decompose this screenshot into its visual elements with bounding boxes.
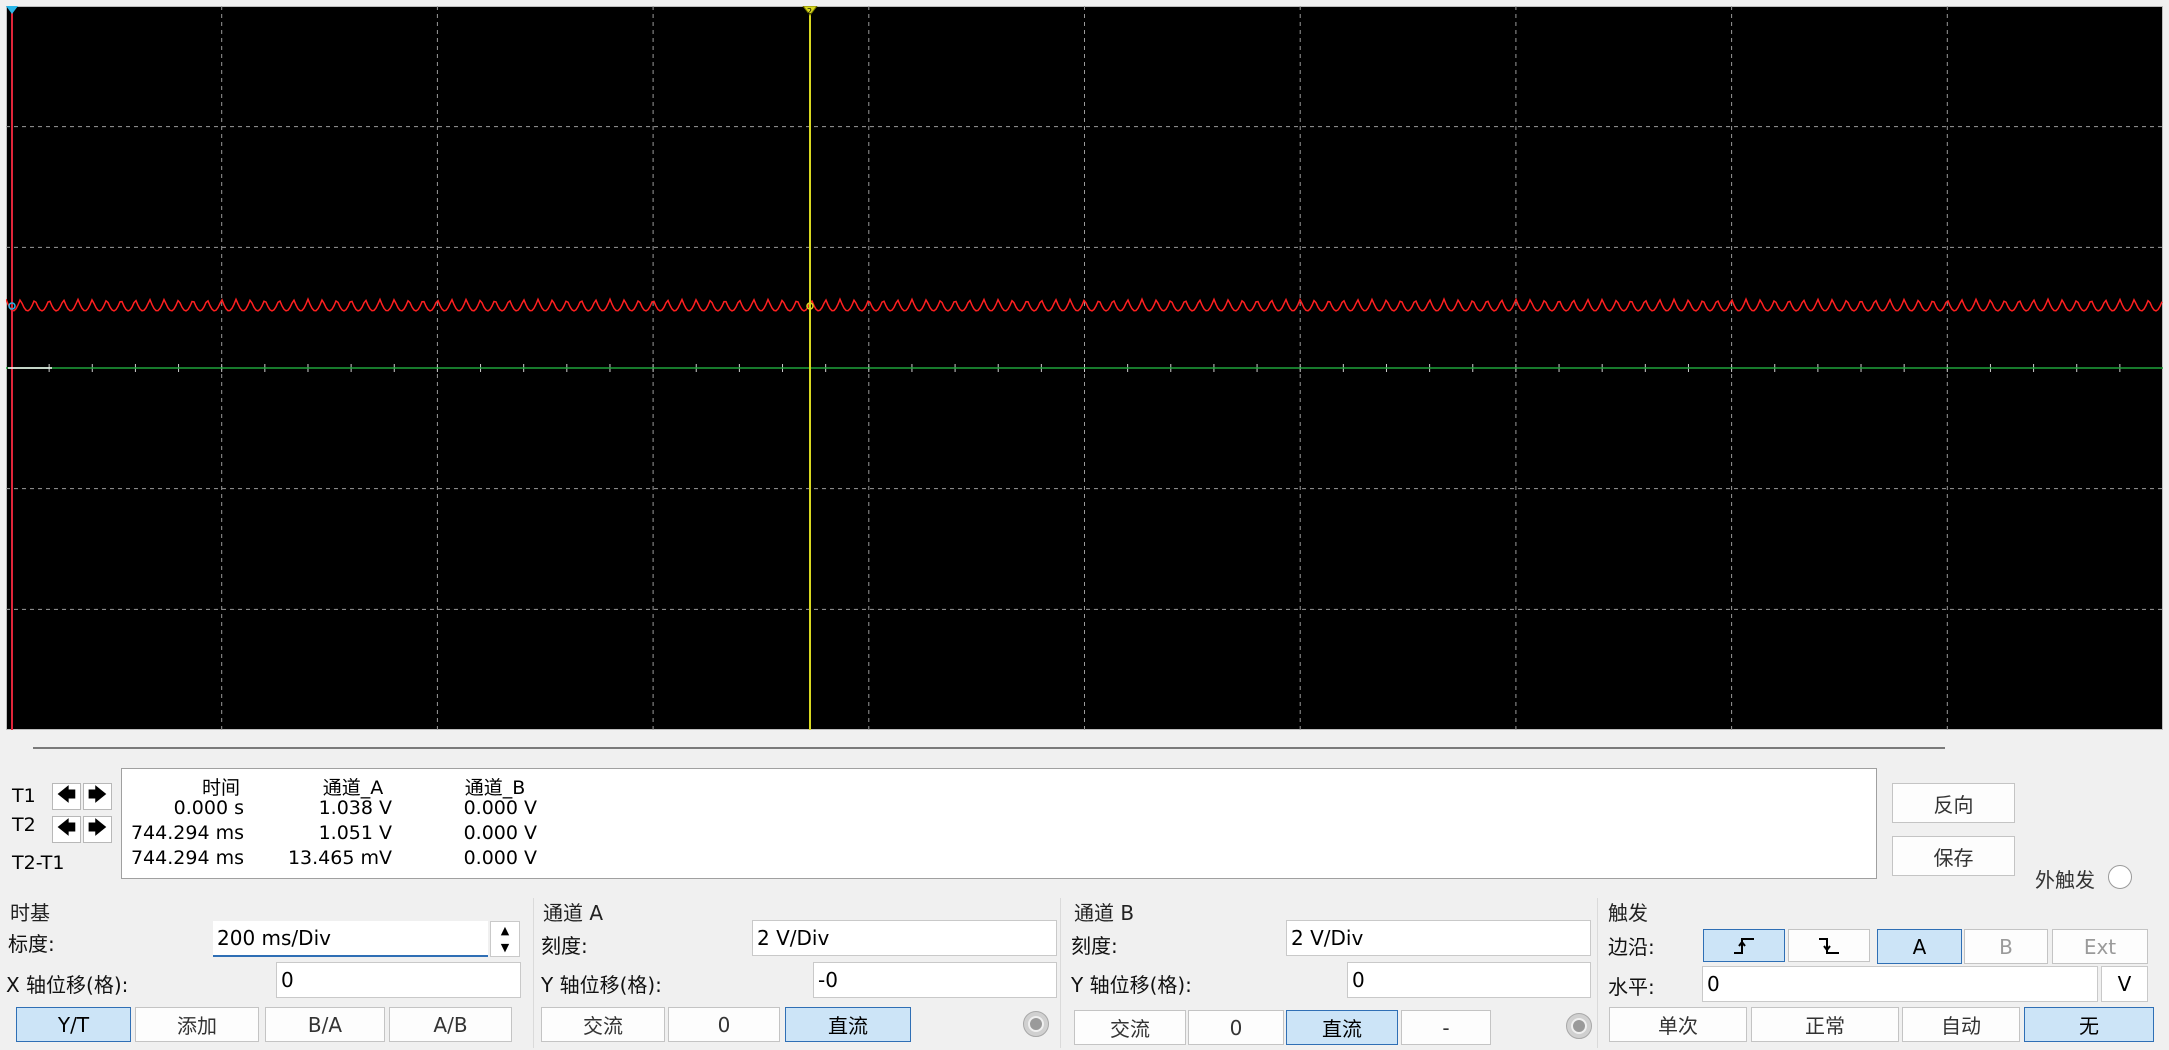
arrow-left-icon: 🡄: [56, 816, 77, 839]
trigger-title: 触发: [1608, 901, 1648, 925]
color-dot-icon: [1028, 1016, 1044, 1032]
column-header-channel-b: 通道_B: [464, 777, 526, 799]
row-t1-channel-a: 1.038 V: [318, 797, 392, 819]
spinner-up-icon[interactable]: ▲: [491, 922, 519, 939]
timebase-scale-input[interactable]: 200 ms/Div: [213, 921, 488, 957]
cursor-readout-table: 时间 通道_A 通道_B 0.000 s 1.038 V 0.000 V 744…: [121, 768, 1877, 879]
trigger-level-label: 水平:: [1608, 975, 1655, 999]
mode-yt-button[interactable]: Y/T: [16, 1007, 131, 1042]
channel-a-dc-button[interactable]: 直流: [785, 1007, 911, 1042]
spinner-down-icon[interactable]: ▼: [491, 939, 519, 956]
channel-b-y-offset-input[interactable]: 0: [1347, 962, 1591, 998]
arrow-right-icon: 🡆: [87, 816, 108, 839]
channel-a-scale-input[interactable]: 2 V/Div: [752, 920, 1057, 956]
trigger-level-input[interactable]: 0: [1702, 966, 2098, 1002]
channel-b-zero-button[interactable]: 0: [1188, 1010, 1284, 1045]
channel-a-color-selector[interactable]: [1023, 1011, 1049, 1037]
row-t2-channel-a: 1.051 V: [318, 822, 392, 844]
column-header-channel-a: 通道_A: [322, 777, 384, 799]
cursor-t2-handle-label: 2: [807, 7, 812, 16]
trigger-none-button[interactable]: 无: [2024, 1007, 2154, 1042]
panel-splitter[interactable]: [33, 747, 1945, 749]
channel-b-ac-button[interactable]: 交流: [1074, 1010, 1186, 1045]
trigger-edge-label: 边沿:: [1608, 935, 1655, 959]
t1-label: T1: [12, 785, 36, 807]
channel-b-title: 通道 B: [1074, 901, 1135, 925]
arrow-right-icon: 🡆: [87, 783, 108, 806]
row-diff-time: 744.294 ms: [130, 847, 244, 869]
t2-right-button[interactable]: 🡆: [83, 816, 112, 843]
channel-a-title: 通道 A: [543, 901, 604, 925]
channel-a-zero-button[interactable]: 0: [668, 1007, 780, 1042]
separator: [1597, 898, 1598, 1048]
ext-trigger-label: 外触发: [2035, 868, 2095, 892]
row-t1-channel-b: 0.000 V: [463, 797, 537, 819]
rising-edge-button[interactable]: [1703, 929, 1785, 962]
channel-b-scale-input[interactable]: 2 V/Div: [1286, 920, 1591, 956]
column-header-time: 时间: [201, 777, 240, 799]
ext-trigger-indicator: [2108, 865, 2132, 889]
channel-a-y-offset-input[interactable]: -0: [813, 962, 1057, 998]
t2-label: T2: [12, 814, 36, 836]
x-offset-input[interactable]: 0: [276, 962, 521, 998]
channel-a-scale-label: 刻度:: [541, 934, 588, 958]
arrow-left-icon: 🡄: [56, 783, 77, 806]
channel-b-minus-button[interactable]: -: [1401, 1010, 1491, 1045]
rising-edge-icon: [1734, 937, 1754, 954]
t1-right-button[interactable]: 🡆: [83, 783, 112, 810]
channel-b-dc-button[interactable]: 直流: [1286, 1010, 1398, 1045]
trigger-level-unit[interactable]: V: [2101, 966, 2148, 1002]
timebase-scale-spinner[interactable]: ▲ ▼: [490, 921, 520, 957]
trigger-source-ext-button[interactable]: Ext: [2052, 929, 2148, 964]
t2-minus-t1-label: T2-T1: [12, 852, 65, 874]
channel-b-scale-label: 刻度:: [1071, 934, 1118, 958]
trigger-source-a-button[interactable]: A: [1877, 929, 1962, 964]
trigger-single-button[interactable]: 单次: [1609, 1007, 1747, 1042]
row-t2-time: 744.294 ms: [130, 822, 244, 844]
trigger-auto-button[interactable]: 自动: [1902, 1007, 2020, 1042]
row-t1-time: 0.000 s: [173, 797, 244, 819]
falling-edge-icon: [1819, 937, 1839, 954]
trigger-source-b-button[interactable]: B: [1964, 929, 2048, 964]
timebase-title: 时基: [10, 901, 50, 925]
save-button[interactable]: 保存: [1892, 836, 2015, 876]
reverse-button[interactable]: 反向: [1892, 783, 2015, 823]
falling-edge-button[interactable]: [1788, 929, 1870, 962]
mode-ba-button[interactable]: B/A: [265, 1007, 385, 1042]
separator: [533, 898, 534, 1048]
row-diff-channel-a: 13.465 mV: [287, 847, 392, 869]
scope-display-area: 2: [0, 0, 2169, 736]
separator: [1060, 898, 1061, 1048]
row-t2-channel-b: 0.000 V: [463, 822, 537, 844]
timebase-scale-label: 标度:: [8, 932, 55, 956]
channel-a-y-offset-label: Y 轴位移(格):: [541, 973, 662, 997]
channel-b-color-selector[interactable]: [1566, 1013, 1592, 1039]
oscilloscope-screen[interactable]: 2: [6, 6, 2163, 730]
mode-add-button[interactable]: 添加: [135, 1007, 259, 1042]
channel-b-y-offset-label: Y 轴位移(格):: [1071, 973, 1192, 997]
color-dot-icon: [1571, 1018, 1587, 1034]
trigger-normal-button[interactable]: 正常: [1751, 1007, 1899, 1042]
channel-a-ac-button[interactable]: 交流: [541, 1007, 665, 1042]
row-diff-channel-b: 0.000 V: [463, 847, 537, 869]
x-offset-label: X 轴位移(格):: [6, 973, 129, 997]
t2-left-button[interactable]: 🡄: [52, 816, 81, 843]
t1-left-button[interactable]: 🡄: [52, 783, 81, 810]
mode-ab-button[interactable]: A/B: [389, 1007, 512, 1042]
